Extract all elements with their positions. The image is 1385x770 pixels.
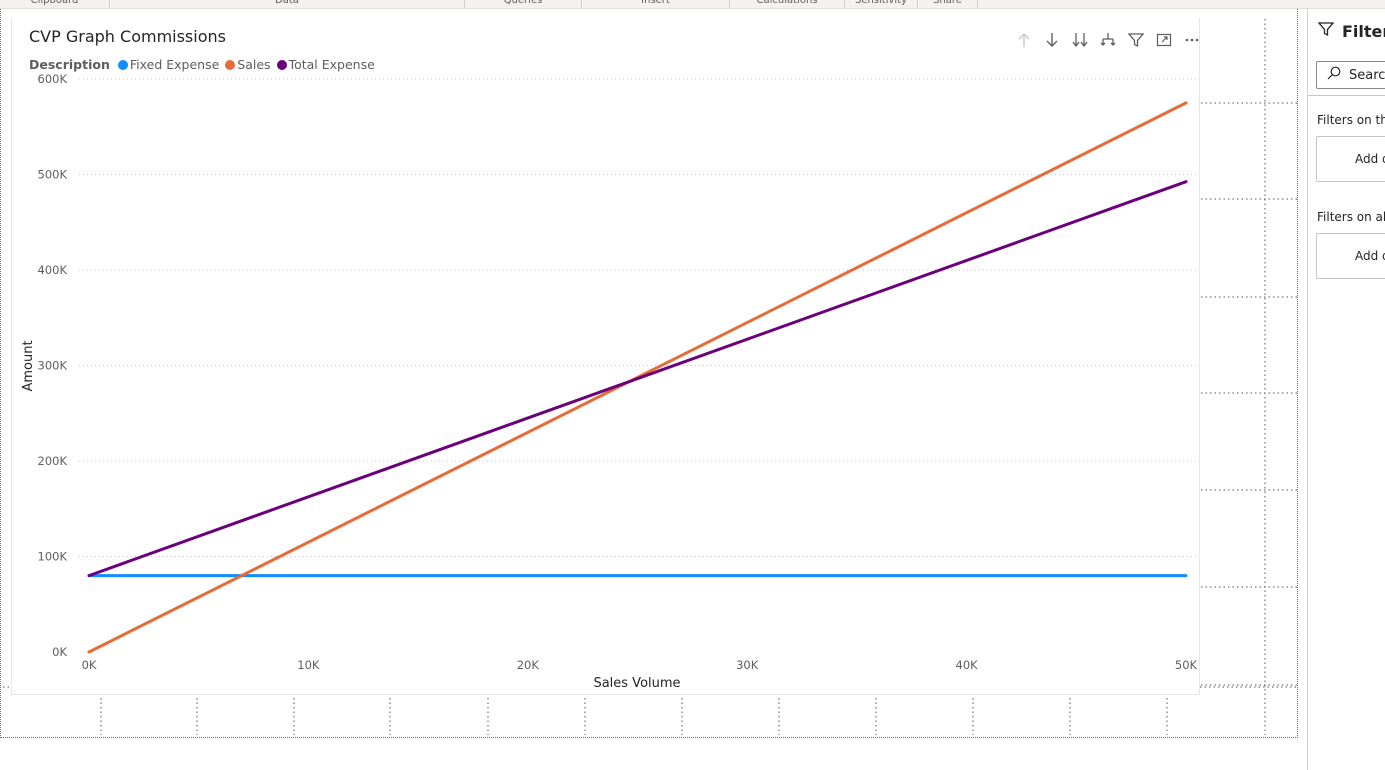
x-tick-label: 30K <box>736 658 759 672</box>
search-icon <box>1327 66 1341 84</box>
y-tick-label: 100K <box>38 550 68 564</box>
x-tick-label: 50K <box>1175 658 1198 672</box>
series-line-total-expense <box>87 180 1188 578</box>
filters-search-input[interactable]: Search <box>1316 61 1385 89</box>
x-axis-title: Sales Volume <box>593 676 680 691</box>
filters-pane: Filters Search Filters on this page Add … <box>1307 9 1385 770</box>
ribbon-group-sensitivity: Sensitivity <box>845 0 918 8</box>
y-tick-label: 400K <box>38 263 68 277</box>
x-tick-label: 10K <box>297 658 320 672</box>
chart-plot: 0K 100K 200K 300K 400K 500K 600K 0K 10K 20K 30K 40K… <box>21 72 1198 691</box>
filters-on-all-pages-label: Filters on all pages <box>1317 210 1385 224</box>
y-tick-label: 200K <box>38 454 68 468</box>
x-tick-label: 20K <box>517 658 540 672</box>
x-tick-label: 0K <box>82 658 97 672</box>
y-axis-title: Amount <box>21 340 36 391</box>
ribbon-group-queries: Queries <box>465 0 582 8</box>
filters-on-page-label: Filters on this page <box>1317 113 1385 127</box>
y-tick-label: 0K <box>52 645 67 659</box>
divider <box>1308 95 1385 96</box>
y-tick-label: 500K <box>38 168 68 182</box>
filter-icon <box>1317 21 1335 41</box>
ribbon-group-insert: Insert <box>582 0 730 8</box>
line-chart-visual[interactable]: CVP Graph Commissions Description Fixed … <box>11 18 1200 695</box>
page-filter-drop-zone[interactable]: Add data fields here <box>1316 136 1385 182</box>
search-placeholder: Search <box>1349 67 1385 83</box>
report-canvas[interactable]: CVP Graph Commissions Description Fixed … <box>0 9 1298 738</box>
ribbon-group-labels: Clipboard Data Queries Insert Calculations Se… <box>0 0 1385 9</box>
y-tick-label: 600K <box>38 72 68 86</box>
all-pages-filter-drop-zone[interactable]: Add data fields here <box>1316 233 1385 279</box>
filters-title: Filters <box>1342 21 1385 41</box>
ribbon-group-data: Data <box>110 0 465 8</box>
x-tick-label: 40K <box>956 658 979 672</box>
filters-header[interactable]: Filters <box>1317 21 1385 41</box>
ribbon-group-clipboard: Clipboard <box>0 0 110 8</box>
y-tick-label: 300K <box>38 359 68 373</box>
ribbon-group-share: Share <box>918 0 978 8</box>
ribbon-group-calculations: Calculations <box>730 0 845 8</box>
drop-zone-label: Add data fields here <box>1355 152 1385 166</box>
drop-zone-label: Add data fields here <box>1355 249 1385 263</box>
